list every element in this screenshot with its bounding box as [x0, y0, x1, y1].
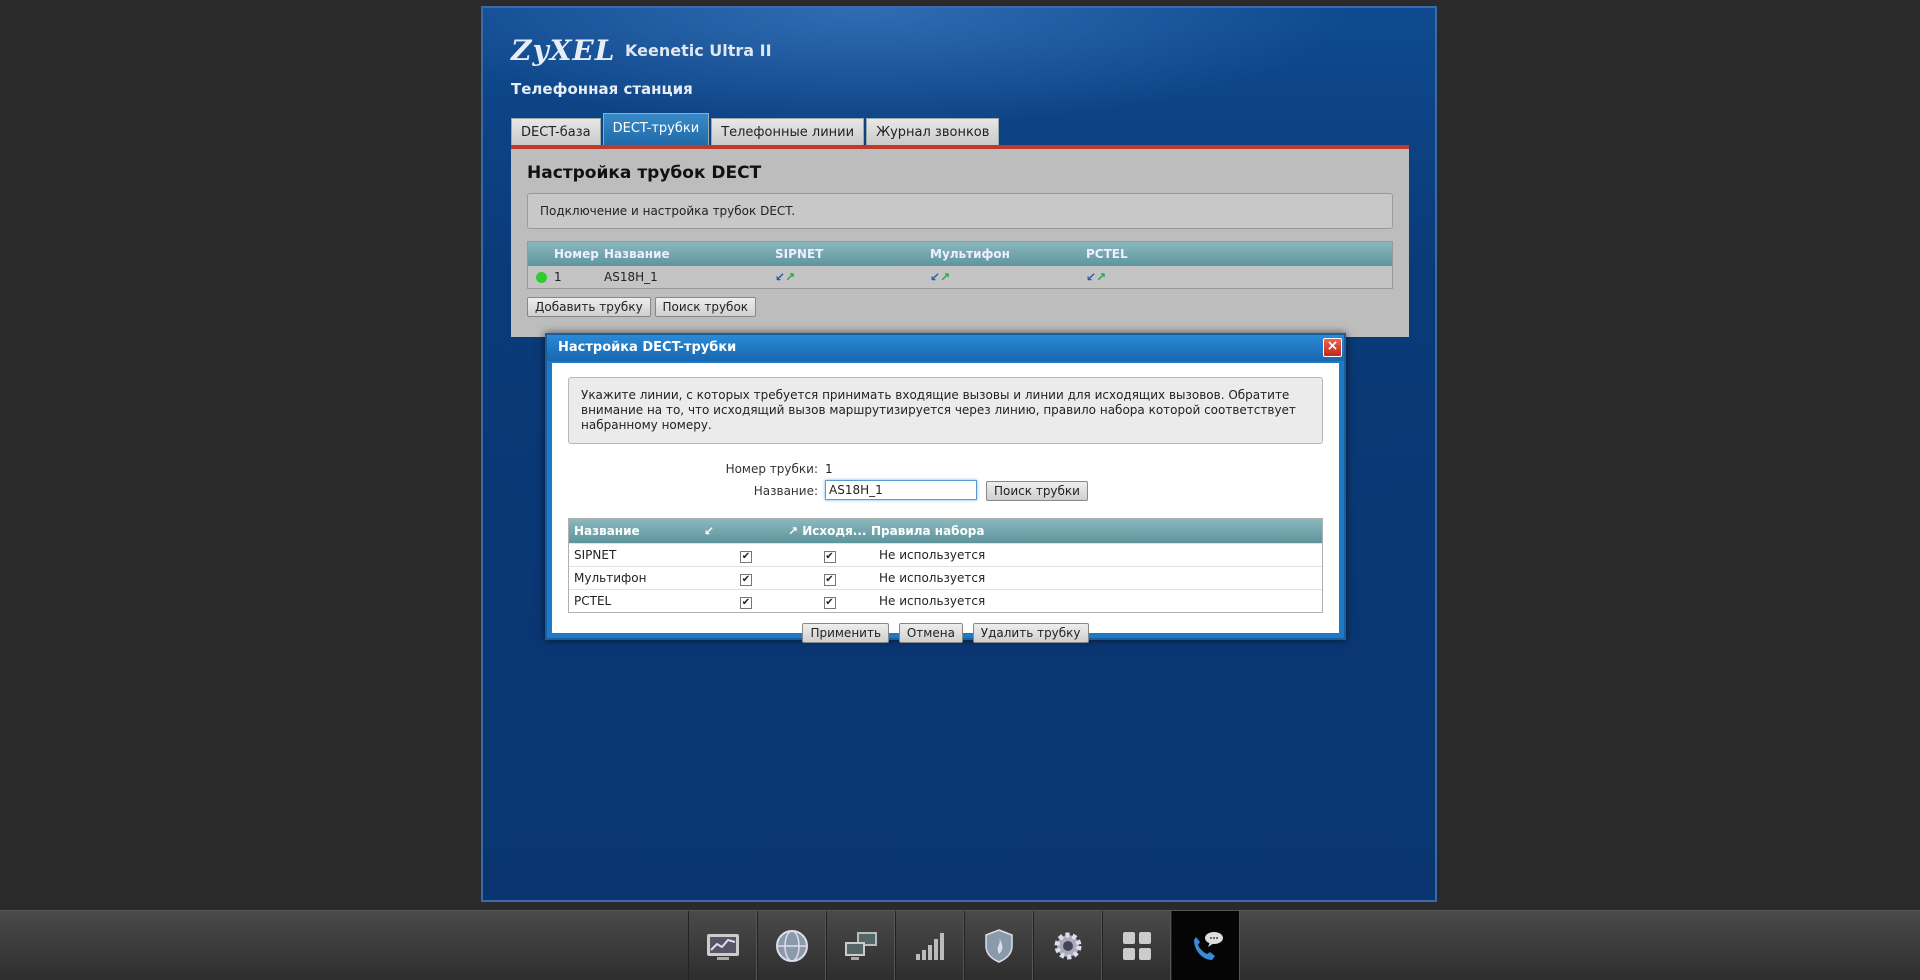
outgoing-arrow-icon: ↗: [1096, 270, 1107, 284]
col-line-name: Название: [574, 524, 640, 538]
outgoing-checkbox[interactable]: ✔: [823, 597, 836, 609]
taskbar-home-network[interactable]: [826, 911, 895, 980]
apply-button[interactable]: Применить: [802, 623, 890, 643]
lines-table: Название ↙ Входящие ↗ Исходя... Правила …: [568, 518, 1323, 613]
globe-icon: [775, 929, 808, 962]
gear-icon: [1054, 932, 1081, 959]
delete-handset-button[interactable]: Удалить трубку: [972, 623, 1089, 643]
dialog-actions: Применить Отмена Удалить трубку: [568, 623, 1323, 643]
incoming-checkbox[interactable]: ✔: [740, 597, 752, 609]
outgoing-checkbox[interactable]: ✔: [823, 574, 836, 586]
tab-call-log[interactable]: Журнал звонков: [866, 118, 1000, 146]
taskbar-internet[interactable]: [757, 911, 826, 980]
model-name: Keenetic Ultra II: [625, 41, 772, 60]
add-handset-button[interactable]: Добавить трубку: [527, 297, 651, 317]
dialog-body: Укажите линии, с которых требуется прини…: [552, 363, 1339, 643]
outgoing-arrow-icon: ↗: [940, 270, 951, 284]
dialog-info: Укажите линии, с которых требуется прини…: [568, 377, 1323, 444]
incoming-arrow-icon: ↙: [704, 524, 715, 538]
line-name: Мультифон: [574, 571, 647, 585]
col-outgoing: Исходя...: [802, 524, 867, 538]
tab-bar: DECT-база DECT-трубки Телефонные линии Ж…: [511, 113, 1000, 146]
page-title: Телефонная станция: [511, 80, 693, 98]
table-row: PCTEL ✔ ✔ Не используется: [569, 589, 1322, 612]
incoming-arrow-icon: ↙: [1086, 270, 1097, 284]
table-row: SIPNET ✔ ✔ Не используется: [569, 543, 1322, 566]
taskbar-monitor[interactable]: [688, 911, 757, 980]
row-name: AS18H_1: [604, 270, 658, 284]
col-pctel: PCTEL: [1086, 247, 1128, 261]
cancel-button[interactable]: Отмена: [898, 623, 963, 643]
tab-phone-lines[interactable]: Телефонные линии: [711, 118, 865, 146]
incoming-checkbox[interactable]: ✔: [740, 551, 752, 563]
dial-rule: Не используется: [879, 594, 986, 608]
handset-number-value: 1: [825, 462, 833, 476]
tab-dect-handsets[interactable]: DECT-трубки: [602, 113, 710, 146]
col-name: Название: [604, 247, 670, 261]
search-handset-button[interactable]: Поиск трубки: [986, 481, 1088, 501]
col-number: Номер: [554, 247, 599, 261]
taskbar-apps[interactable]: [1102, 911, 1171, 980]
outgoing-arrow-icon: ↗: [788, 524, 803, 538]
handsets-table: Номер Название SIPNET Мультифон PCTEL 1 …: [527, 241, 1393, 289]
line-name: SIPNET: [574, 548, 617, 562]
outgoing-arrow-icon: ↗: [785, 270, 796, 284]
table-row: Мультифон ✔ ✔ Не используется: [569, 566, 1322, 589]
status-online-icon: [535, 272, 547, 283]
handsets-panel: Настройка трубок DECT Подключение и наст…: [511, 145, 1409, 337]
panel-title: Настройка трубок DECT: [527, 163, 762, 183]
outgoing-checkbox[interactable]: ✔: [823, 551, 836, 563]
name-row: Название: Поиск трубки: [568, 480, 1323, 502]
name-label: Название:: [753, 484, 818, 498]
incoming-checkbox[interactable]: ✔: [740, 574, 752, 586]
dect-handset-dialog: Настройка DECT-трубки × Укажите линии, с…: [545, 333, 1346, 643]
incoming-arrow-icon: ↙: [930, 270, 941, 284]
name-field[interactable]: [825, 480, 977, 500]
line-name: PCTEL: [574, 594, 612, 608]
lines-table-header: Название ↙ Входящие ↗ Исходя... Правила …: [569, 519, 1322, 562]
taskbar: [0, 910, 1920, 980]
col-multifon: Мультифон: [930, 247, 1010, 261]
col-sipnet: SIPNET: [775, 247, 824, 261]
zyxel-logo: ZyXEL: [511, 34, 616, 67]
monitor-chart-icon: [706, 933, 739, 960]
handset-number-row: Номер трубки: 1: [568, 458, 1323, 480]
taskbar-telephony[interactable]: [1171, 911, 1240, 980]
apps-grid-icon: [1122, 931, 1151, 960]
dialog-title: Настройка DECT-трубки: [547, 335, 1344, 361]
panel-description: Подключение и настройка трубок DECT.: [527, 193, 1393, 229]
table-row[interactable]: 1 AS18H_1 ↙↗ ↙↗ ↙↗: [528, 266, 1392, 288]
close-icon[interactable]: ×: [1323, 338, 1342, 357]
row-number: 1: [554, 270, 562, 284]
dial-rule: Не используется: [879, 571, 986, 585]
taskbar-system[interactable]: [1033, 911, 1102, 980]
search-handsets-button[interactable]: Поиск трубок: [654, 297, 757, 317]
handset-number-label: Номер трубки:: [725, 462, 818, 476]
tab-dect-base[interactable]: DECT-база: [511, 118, 601, 146]
taskbar-wifi[interactable]: [895, 911, 964, 980]
signal-bars-icon: [915, 932, 944, 960]
incoming-arrow-icon: ↙: [775, 270, 786, 284]
phone-chat-icon: [1193, 931, 1223, 960]
dial-rule: Не используется: [879, 548, 986, 562]
shield-icon: [984, 928, 1013, 963]
table-header: Номер Название SIPNET Мультифон PCTEL: [528, 242, 1392, 266]
taskbar-security[interactable]: [964, 911, 1033, 980]
network-computers-icon: [844, 931, 877, 960]
col-dial-rules: Правила набора: [871, 524, 985, 538]
